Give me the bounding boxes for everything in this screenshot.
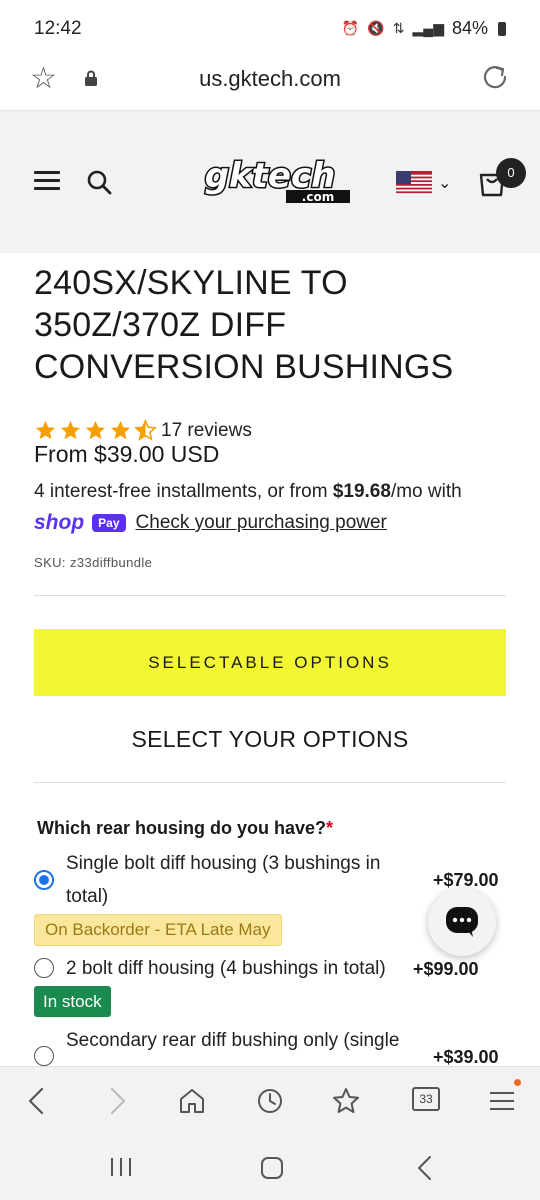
backorder-badge: On Backorder - ETA Late May	[34, 914, 282, 946]
back-button-icon[interactable]	[414, 1155, 436, 1181]
chat-icon	[446, 907, 478, 937]
alarm-icon: ⏰	[341, 20, 360, 36]
status-icons: ⏰ 🔇 ⇅ ▂▄▆ 84%	[342, 18, 506, 39]
option-radio-two-bolt[interactable]	[34, 958, 54, 978]
question-text: Which rear housing do you have?	[37, 818, 327, 838]
mute-icon: 🔇	[367, 20, 385, 36]
gktech-logo[interactable]: gktech .com	[188, 157, 352, 205]
shop-pay-row: shop Pay Check your purchasing power	[34, 511, 387, 535]
review-count[interactable]: 17 reviews	[161, 420, 252, 442]
hamburger-menu-icon[interactable]	[34, 171, 60, 191]
us-flag-icon[interactable]	[396, 171, 432, 195]
housing-question: Which rear housing do you have?*	[37, 818, 333, 839]
url-text[interactable]: us.gktech.com	[0, 66, 540, 92]
option-radio-secondary-bushing[interactable]	[34, 1046, 54, 1066]
svg-text:.com: .com	[302, 190, 334, 204]
star-icon	[60, 420, 81, 440]
forward-icon[interactable]	[102, 1085, 134, 1117]
selectable-options-button[interactable]: SELECTABLE OPTIONS	[34, 629, 506, 696]
installments-text: 4 interest-free installments, or from $1…	[34, 481, 462, 503]
option-label-secondary-bushing[interactable]: Secondary rear diff bushing only (single	[66, 1024, 399, 1057]
cart-count-badge: 0	[496, 158, 526, 188]
installments-suffix: /mo with	[390, 481, 462, 502]
in-stock-badge: In stock	[34, 986, 111, 1017]
option-price-two-bolt: +$99.00	[413, 959, 479, 979]
data-icon: ⇅	[392, 20, 405, 36]
chat-button[interactable]	[428, 888, 496, 956]
site-header: gktech .com ⌄ 0	[0, 111, 540, 253]
signal-icon: ▂▄▆	[412, 20, 444, 36]
sku-text: SKU: z33diffbundle	[34, 555, 153, 570]
rating-stars	[34, 419, 157, 442]
option-label-two-bolt[interactable]: 2 bolt diff housing (4 bushings in total…	[66, 952, 386, 985]
shop-pay-pill: Pay	[92, 514, 126, 532]
check-purchasing-power-link[interactable]: Check your purchasing power	[136, 512, 387, 534]
back-icon[interactable]	[22, 1085, 54, 1117]
option-radio-single-bolt[interactable]	[34, 870, 54, 890]
installments-amount: $19.68	[332, 481, 391, 502]
notification-dot	[514, 1079, 521, 1086]
option-price-secondary-bushing: +$39.00	[433, 1047, 499, 1067]
recent-apps-icon[interactable]	[108, 1156, 134, 1178]
divider	[34, 782, 506, 783]
half-star-icon	[134, 419, 157, 441]
search-icon[interactable]	[86, 169, 112, 195]
home-button-icon[interactable]	[259, 1155, 285, 1181]
home-icon[interactable]	[176, 1085, 208, 1117]
option-label-single-bolt-line1[interactable]: Single bolt diff housing (3 bushings in	[66, 847, 380, 880]
reload-icon[interactable]	[482, 64, 508, 90]
tabs-icon[interactable]: 33	[412, 1087, 440, 1111]
history-icon[interactable]	[254, 1085, 286, 1117]
bookmarks-icon[interactable]	[330, 1085, 362, 1117]
option-label-single-bolt-line2[interactable]: total)	[66, 880, 108, 913]
required-mark: *	[326, 818, 334, 838]
star-icon	[110, 420, 131, 440]
status-time: 12:42	[34, 18, 82, 39]
browser-bottom-bar: 33	[0, 1066, 540, 1135]
system-navigation-bar	[0, 1134, 540, 1200]
product-price: From $39.00 USD	[34, 441, 220, 467]
address-bar: ☆ us.gktech.com	[0, 56, 540, 111]
rating-row[interactable]: 17 reviews	[34, 419, 252, 442]
battery-icon	[498, 21, 506, 36]
star-icon	[35, 420, 56, 440]
status-bar: 12:42 ⏰ 🔇 ⇅ ▂▄▆ 84%	[0, 0, 540, 56]
star-icon	[85, 420, 106, 440]
divider	[34, 595, 506, 596]
shop-pay-logo-text: shop	[34, 511, 85, 534]
battery-percent: 84%	[451, 18, 488, 38]
menu-icon[interactable]	[486, 1085, 518, 1117]
product-title: 240SX/SKYLINE TO 350Z/370Z DIFF CONVERSI…	[34, 264, 454, 386]
chevron-down-icon[interactable]: ⌄	[438, 173, 451, 193]
options-section-title: SELECT YOUR OPTIONS	[131, 726, 409, 752]
installments-prefix: 4 interest-free installments, or from	[34, 481, 333, 502]
